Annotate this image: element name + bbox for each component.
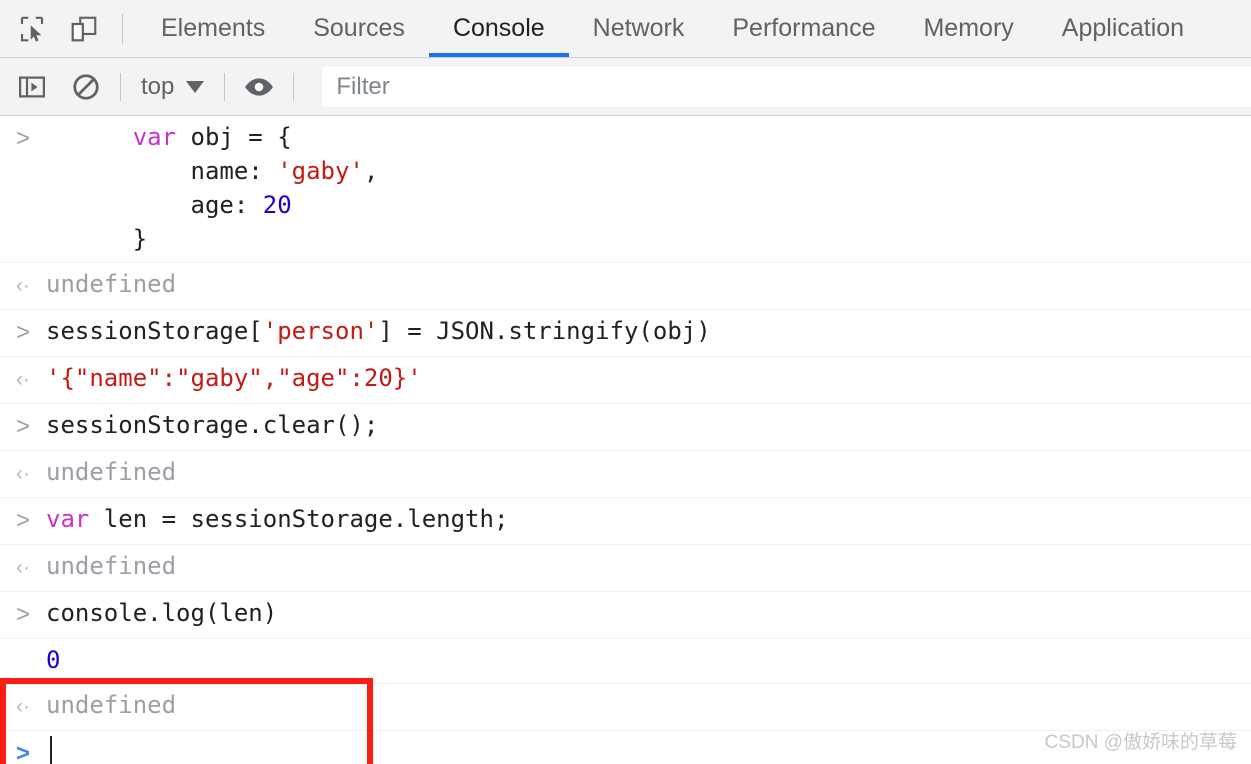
tab-label: Network [592, 14, 685, 42]
output-chevron-icon: ‹· [16, 695, 30, 718]
tab-label: Console [452, 14, 545, 42]
execution-context-label: top [141, 72, 175, 100]
filterbar-divider-2 [224, 72, 226, 101]
filterbar-divider-3 [293, 72, 295, 101]
code-token: } [132, 225, 148, 253]
console-output-row: ‹· '{"name":"gaby","age":20}' [0, 357, 1251, 404]
console-input-row[interactable]: > var len = sessionStorage.length; [0, 498, 1251, 545]
output-chevron-icon: ‹· [16, 462, 30, 485]
code-token: ] = JSON.stringify(obj) [378, 317, 711, 345]
tab-elements[interactable]: Elements [137, 0, 289, 57]
input-chevron-icon: > [15, 413, 30, 440]
inspect-element-icon[interactable] [12, 9, 52, 49]
console-messages[interactable]: > var obj = { name: 'gaby', age: 20 } ‹·… [0, 116, 1251, 764]
devtools-tabbar: Elements Sources Console Network Perform… [0, 0, 1251, 58]
clear-console-icon[interactable] [66, 67, 106, 107]
console-code: var obj = { name: 'gaby', age: 20 } [46, 120, 388, 256]
filter-input[interactable] [322, 66, 1251, 107]
code-token: 20 [262, 191, 292, 219]
log-gutter-spacer [0, 643, 46, 645]
tab-label: Memory [923, 14, 1014, 42]
console-output-string: '{"name":"gaby","age":20}' [46, 364, 422, 392]
tab-label: Sources [313, 14, 405, 42]
tab-sources[interactable]: Sources [289, 0, 429, 57]
tab-label: Performance [732, 14, 876, 42]
code-token: 'person' [262, 317, 379, 345]
console-output-text: undefined [46, 691, 177, 719]
console-code: console.log(len) [46, 596, 287, 630]
devtools-tool-icons [0, 9, 104, 49]
text-cursor [50, 736, 52, 764]
toolbar-divider [122, 13, 123, 44]
console-code: sessionStorage.clear(); [46, 408, 388, 442]
tab-label: Application [1061, 14, 1185, 42]
tab-performance[interactable]: Performance [708, 0, 899, 57]
tab-memory[interactable]: Memory [899, 0, 1037, 57]
input-chevron-icon: > [15, 507, 30, 534]
code-token: var [132, 123, 177, 151]
console-log-value: 0 [46, 646, 61, 674]
console-output-row: ‹· undefined [0, 451, 1251, 498]
console-code: var len = sessionStorage.length; [46, 502, 518, 536]
console-prompt-input[interactable] [46, 735, 62, 764]
output-chevron-icon: ‹· [16, 368, 30, 391]
code-token: var [46, 505, 90, 533]
console-output-text: undefined [46, 552, 177, 580]
code-token: sessionStorage.clear(); [46, 411, 379, 439]
filterbar-divider [120, 72, 121, 101]
tab-label: Elements [161, 14, 266, 42]
tab-network[interactable]: Network [569, 0, 709, 57]
devtools-tabs: Elements Sources Console Network Perform… [137, 0, 1251, 57]
console-input-row[interactable]: > var obj = { name: 'gaby', age: 20 } [0, 116, 1251, 263]
console-output-row: ‹· undefined [0, 684, 1251, 731]
code-token: console.log(len) [46, 599, 278, 627]
output-chevron-icon: ‹· [16, 556, 30, 579]
input-chevron-icon: > [15, 125, 30, 152]
console-output-row: ‹· undefined [0, 545, 1251, 592]
prompt-chevron-icon: > [15, 740, 30, 764]
execution-context-select[interactable]: top [135, 73, 210, 101]
code-token: len = sessionStorage.length; [89, 505, 509, 533]
tab-console[interactable]: Console [428, 0, 569, 57]
output-chevron-icon: ‹· [16, 274, 30, 297]
input-chevron-icon: > [15, 601, 30, 628]
console-input-row[interactable]: > sessionStorage['person'] = JSON.string… [0, 310, 1251, 357]
input-chevron-icon: > [15, 319, 30, 346]
code-token: 'gaby' [277, 157, 364, 185]
csdn-watermark: CSDN @傲娇味的草莓 [1044, 732, 1237, 753]
console-filterbar: top [0, 58, 1251, 116]
console-output-row: ‹· undefined [0, 263, 1251, 310]
device-toolbar-icon[interactable] [64, 9, 104, 49]
console-input-row-highlighted[interactable]: > console.log(len) [0, 592, 1251, 639]
console-output-text: undefined [46, 458, 177, 486]
console-sidebar-toggle-icon[interactable] [12, 67, 52, 107]
live-expression-eye-icon[interactable] [239, 67, 279, 107]
console-output-text: undefined [46, 270, 177, 298]
tab-application[interactable]: Application [1038, 0, 1208, 57]
chevron-down-icon [186, 80, 205, 93]
console-log-row-highlighted: 0 [0, 639, 1251, 684]
console-input-row[interactable]: > sessionStorage.clear(); [0, 404, 1251, 451]
code-token: sessionStorage[ [46, 317, 263, 345]
console-code: sessionStorage['person'] = JSON.stringif… [46, 314, 721, 348]
